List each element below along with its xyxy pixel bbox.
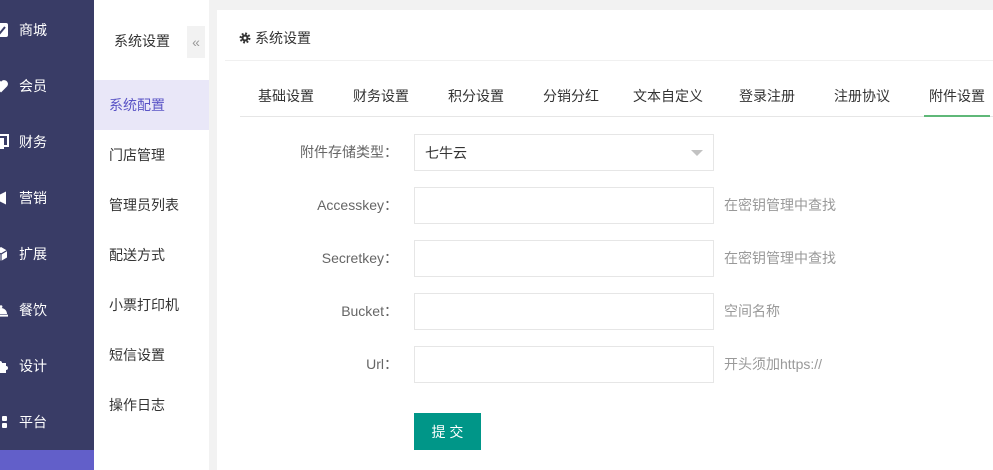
check-square-icon <box>0 22 9 38</box>
accesskey-input[interactable] <box>414 187 714 224</box>
sidebar-item-active[interactable] <box>0 450 94 470</box>
heart-icon <box>0 78 9 94</box>
bucket-hint: 空间名称 <box>724 303 780 319</box>
gear-icon <box>239 32 251 44</box>
sidebar-item-member[interactable]: 会员 <box>0 58 94 114</box>
sidebar-item-extension[interactable]: 扩展 <box>0 226 94 282</box>
tab-login-register[interactable]: 登录注册 <box>734 76 800 116</box>
tab-custom-text[interactable]: 文本自定义 <box>628 76 708 116</box>
collapse-button[interactable]: « <box>187 26 205 58</box>
tab-points-settings[interactable]: 积分设置 <box>443 76 509 116</box>
double-chevron-left-icon: « <box>192 34 200 50</box>
subnav-item-admin-list[interactable]: 管理员列表 <box>94 180 209 230</box>
url-hint: 开头须加https:// <box>724 356 823 372</box>
puzzle-icon <box>0 358 9 374</box>
tab-attachment-settings[interactable]: 附件设置 <box>924 76 990 117</box>
subnav-list: 系统配置 门店管理 管理员列表 配送方式 小票打印机 短信设置 操作日志 <box>94 80 209 430</box>
settings-panel: 系统设置 基础设置 财务设置 积分设置 分销分红 文本自定义 登录注册 注册协议… <box>217 10 993 470</box>
secretkey-input[interactable] <box>414 240 714 277</box>
attachment-settings-form: 附件存储类型： 七牛云 Accesskey： 在密钥管理中查找 Secretke… <box>240 134 993 470</box>
sidebar-item-platform[interactable]: 平台 <box>0 394 94 450</box>
cube-icon <box>0 246 9 262</box>
subnav-item-receipt-printer[interactable]: 小票打印机 <box>94 280 209 330</box>
sidebar-item-label: 餐饮 <box>19 302 47 318</box>
secretkey-label: Secretkey： <box>321 250 398 266</box>
tab-finance-settings[interactable]: 财务设置 <box>348 76 414 116</box>
submit-button[interactable]: 提 交 <box>414 413 481 450</box>
main-sidebar-list: 商城 会员 财务 营销 扩展 餐饮 设计 平台 <box>0 2 94 450</box>
caret-down-icon <box>691 149 703 156</box>
sidebar-item-marketing[interactable]: 营销 <box>0 170 94 226</box>
form-row-storage-type: 附件存储类型： 七牛云 <box>240 134 993 171</box>
main-sidebar: 商城 会员 财务 营销 扩展 餐饮 设计 平台 <box>0 0 94 470</box>
subnav-title: 系统设置 <box>114 33 170 49</box>
sidebar-item-label: 财务 <box>19 134 47 150</box>
panel-title-group: 系统设置 <box>239 28 311 48</box>
panel-header: 系统设置 <box>225 10 993 61</box>
sidebar-item-label: 平台 <box>19 414 47 430</box>
sidebar-item-mall[interactable]: 商城 <box>0 2 94 58</box>
tab-basic-settings[interactable]: 基础设置 <box>253 76 319 116</box>
secondary-sidebar: 系统设置 « 系统配置 门店管理 管理员列表 配送方式 小票打印机 短信设置 操… <box>94 0 209 470</box>
form-row-secretkey: Secretkey： 在密钥管理中查找 <box>240 240 993 277</box>
sidebar-item-label: 营销 <box>19 190 47 206</box>
form-row-bucket: Bucket： 空间名称 <box>240 293 993 330</box>
secretkey-hint: 在密钥管理中查找 <box>724 250 836 266</box>
url-label: Url： <box>366 356 398 372</box>
subnav-item-sms-settings[interactable]: 短信设置 <box>94 330 209 380</box>
copy-icon <box>0 134 9 150</box>
sidebar-item-label: 商城 <box>19 22 47 38</box>
settings-tabs: 基础设置 财务设置 积分设置 分销分红 文本自定义 登录注册 注册协议 附件设置 <box>240 76 993 117</box>
subnav-item-operation-log[interactable]: 操作日志 <box>94 380 209 430</box>
subnav-item-delivery-method[interactable]: 配送方式 <box>94 230 209 280</box>
sidebar-item-label: 扩展 <box>19 246 47 262</box>
storage-type-label: 附件存储类型： <box>300 144 398 160</box>
sidebar-item-design[interactable]: 设计 <box>0 338 94 394</box>
tab-register-agreement[interactable]: 注册协议 <box>829 76 895 116</box>
food-cover-icon <box>0 302 9 318</box>
grid-icon <box>0 414 9 430</box>
sidebar-item-finance[interactable]: 财务 <box>0 114 94 170</box>
storage-type-select[interactable]: 七牛云 <box>414 134 714 171</box>
sidebar-item-catering[interactable]: 餐饮 <box>0 282 94 338</box>
form-row-url: Url： 开头须加https:// <box>240 346 993 383</box>
tab-distribution-dividend[interactable]: 分销分红 <box>538 76 604 116</box>
url-input[interactable] <box>414 346 714 383</box>
accesskey-label: Accesskey： <box>317 197 398 213</box>
bucket-label: Bucket： <box>341 303 398 319</box>
sidebar-item-label: 会员 <box>19 78 47 94</box>
panel-title: 系统设置 <box>255 30 311 46</box>
sidebar-item-label: 设计 <box>19 358 47 374</box>
megaphone-icon <box>0 190 9 206</box>
bucket-input[interactable] <box>414 293 714 330</box>
accesskey-hint: 在密钥管理中查找 <box>724 197 836 213</box>
storage-type-value: 七牛云 <box>425 144 467 161</box>
subnav-item-store-management[interactable]: 门店管理 <box>94 130 209 180</box>
subnav-item-system-config[interactable]: 系统配置 <box>94 80 209 130</box>
form-row-accesskey: Accesskey： 在密钥管理中查找 <box>240 187 993 224</box>
